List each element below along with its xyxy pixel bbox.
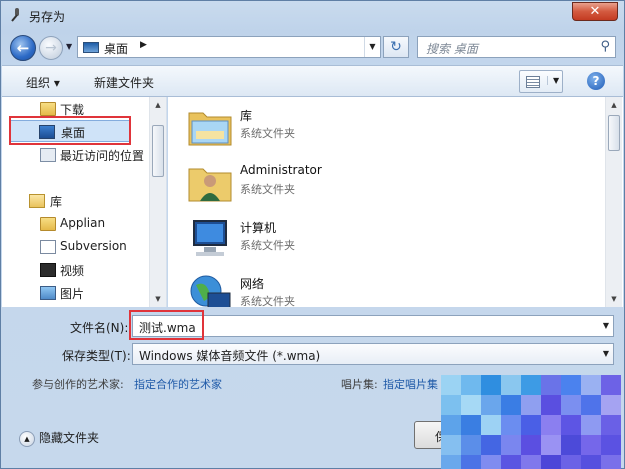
nav-item-label: Subversion [60,239,127,253]
file-name: 计算机 [240,221,277,235]
address-bar[interactable]: 桌面 ▶ ▼ [77,36,381,58]
nav-item-label: 最近访问的位置 [60,149,145,163]
user-folder-icon [188,168,232,202]
microphone-icon [11,8,19,22]
nav-item-label: 图片 [60,287,85,301]
album-link[interactable]: 指定唱片集 [383,376,438,392]
scroll-thumb[interactable] [608,115,620,151]
chevron-down-icon[interactable]: ▼ [603,321,609,330]
folder-icon [40,102,56,116]
scroll-down-arrow[interactable]: ▼ [150,291,166,307]
desktop-icon [83,42,99,53]
scroll-up-arrow[interactable]: ▲ [606,97,622,113]
scroll-up-arrow[interactable]: ▲ [150,97,166,113]
list-item[interactable]: 库 系统文件夹 [186,103,586,153]
save-as-dialog: 另存为 ✕ ← → ▼ 桌面 ▶ ▼ ↻ 搜索 桌面 ⚲ 组织 ▾ 新建文件夹 … [0,0,625,469]
chevron-up-icon: ▲ [19,430,35,447]
list-item[interactable]: 计算机 系统文件夹 [186,215,586,265]
nav-item-label: 库 [50,195,63,209]
help-button[interactable]: ? [587,72,605,90]
network-icon [190,275,231,307]
scroll-down-arrow[interactable]: ▼ [606,291,622,307]
command-bar: 组织 ▾ 新建文件夹 ▼ ? [2,65,623,97]
computer-icon [193,220,227,256]
forward-button[interactable]: → [39,36,63,60]
search-box[interactable]: 搜索 桌面 ⚲ [417,36,616,58]
search-icon[interactable]: ⚲ [600,39,610,54]
recent-places-icon [40,148,56,162]
library-icon [29,194,45,208]
arrow-right-icon: → [45,40,57,56]
artist-link[interactable]: 指定合作的艺术家 [134,376,222,392]
album-label: 唱片集: [341,378,378,391]
change-view-button[interactable]: ▼ [519,70,563,93]
nav-item-pictures[interactable]: 图片 [2,282,150,304]
hide-folders-label: 隐藏文件夹 [39,431,100,445]
file-type: 系统文件夹 [240,127,295,140]
hide-folders-toggle[interactable]: ▲ 隐藏文件夹 [19,429,99,447]
file-name: 网络 [240,277,265,291]
artist-label: 参与创作的艺术家: [32,378,124,391]
breadcrumb-chevron-icon[interactable]: ▶ [140,40,147,50]
scroll-thumb[interactable] [152,125,164,177]
folder-icon [40,217,56,231]
file-type: 系统文件夹 [240,183,295,196]
chevron-down-icon[interactable]: ▼ [547,76,559,85]
savetype-label: 保存类型(T): [62,349,131,363]
savetype-select[interactable]: Windows 媒体音频文件 (*.wma) ▼ [132,343,614,365]
arrow-left-icon: ← [16,39,30,57]
library-folder-icon [188,112,232,146]
nav-item-subversion[interactable]: Subversion [2,236,150,258]
nav-item-libraries[interactable]: 库 [2,190,150,212]
back-button[interactable]: ← [10,35,36,61]
nav-item-applian[interactable]: Applian [2,213,150,235]
address-history-dropdown[interactable]: ▼ [364,37,380,57]
close-button[interactable]: ✕ [572,2,618,21]
file-type: 系统文件夹 [240,295,295,307]
refresh-button[interactable]: ↻ [383,36,409,58]
video-icon [40,263,56,277]
document-icon [40,240,56,254]
breadcrumb-desktop[interactable]: 桌面 [104,40,128,57]
chevron-down-icon[interactable]: ▼ [603,349,609,358]
file-name: Administrator [240,163,322,177]
list-item[interactable]: Administrator 系统文件夹 [186,159,586,209]
nav-pane-scrollbar[interactable]: ▲ ▼ [149,97,166,307]
highlight-box-desktop [9,116,131,145]
savetype-value: Windows 媒体音频文件 (*.wma) [139,349,321,363]
window-title: 另存为 [29,10,66,24]
filename-field[interactable]: 测试.wma ▼ [132,315,614,337]
new-folder-button[interactable]: 新建文件夹 [94,74,154,91]
nav-item-videos[interactable]: 视频 [2,259,150,281]
list-item[interactable]: 网络 系统文件夹 [186,271,586,307]
nav-item-recent-places[interactable]: 最近访问的位置 [2,144,150,166]
highlight-box-filename [129,310,204,340]
filename-label: 文件名(N): [70,321,129,335]
nav-item-label: Applian [60,216,106,230]
file-name: 库 [240,109,253,123]
file-list-scrollbar[interactable]: ▲ ▼ [605,97,622,307]
file-type: 系统文件夹 [240,239,295,252]
organize-menu[interactable]: 组织 ▾ [26,74,60,91]
refresh-icon: ↻ [390,39,402,55]
pictures-icon [40,286,56,300]
file-list: 库 系统文件夹 Administrator 系统文件夹 计算机 系统文件夹 网络… [168,97,623,307]
view-details-icon [526,76,540,88]
nav-item-label: 视频 [60,264,85,278]
mosaic-watermark [441,375,625,469]
recent-pages-dropdown[interactable]: ▼ [66,42,72,51]
title-bar: 另存为 ✕ [1,1,624,31]
search-placeholder: 搜索 桌面 [426,42,478,56]
